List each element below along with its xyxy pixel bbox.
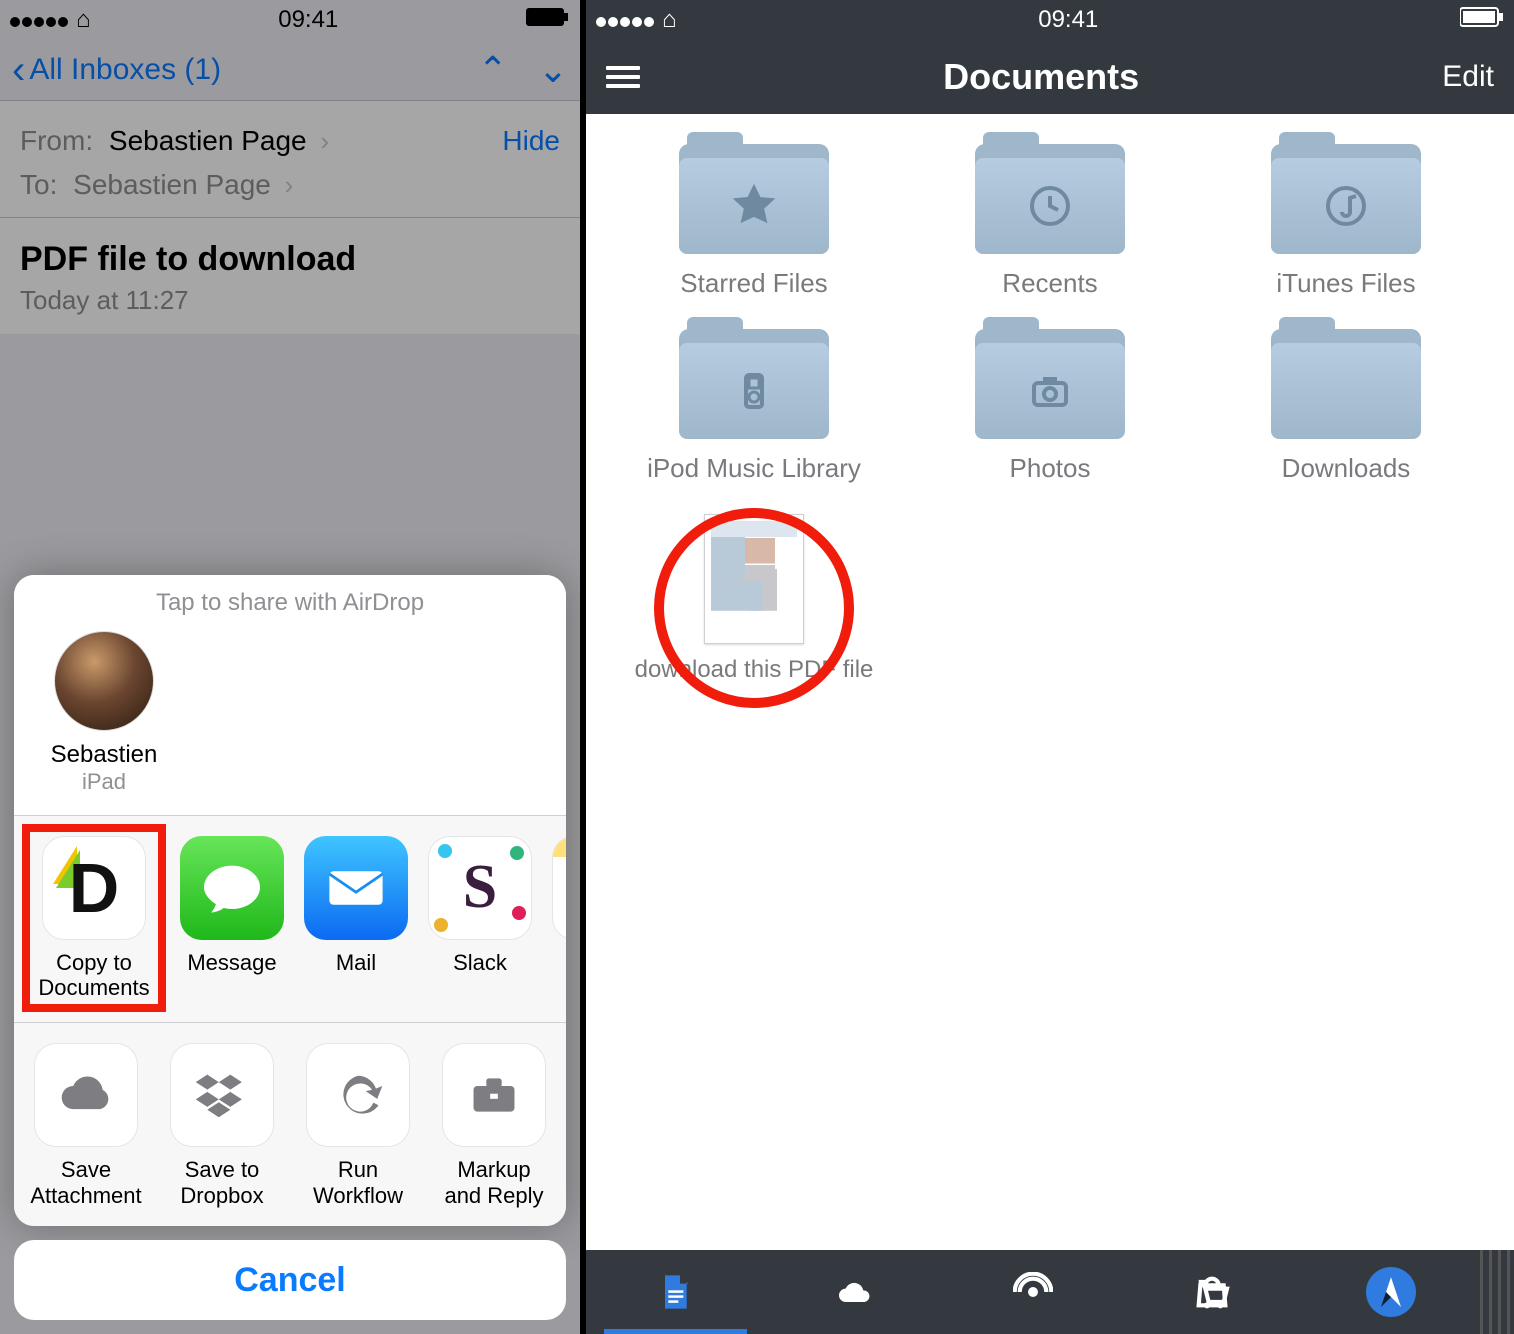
folder-downloads[interactable]: Downloads xyxy=(1221,329,1471,484)
bottom-tabbar xyxy=(586,1250,1514,1334)
page-title: Documents xyxy=(943,56,1139,98)
slack-app-icon: S xyxy=(428,836,532,940)
phone-mail: ⌂ 09:41 ‹ All Inboxes (1) ⌃ ⌄ From: Seba… xyxy=(0,0,586,1334)
share-app-slack[interactable]: S Slack xyxy=(428,836,532,1005)
refresh-icon xyxy=(306,1043,410,1147)
folder-icon xyxy=(975,144,1125,254)
folder-icon xyxy=(1271,329,1421,439)
documents-navbar: Documents Edit xyxy=(586,40,1514,114)
status-bar: ⌂ 09:41 xyxy=(586,0,1514,40)
action-save-attachment[interactable]: Save Attachment xyxy=(28,1043,144,1208)
cloud-icon xyxy=(34,1043,138,1147)
share-sheet: Tap to share with AirDrop Sebastien iPad… xyxy=(14,575,566,1320)
tab-network[interactable] xyxy=(944,1250,1123,1334)
file-download-pdf[interactable]: download this PDF file xyxy=(635,514,874,685)
signal-dots-icon: ⌂ xyxy=(596,6,677,34)
action-save-to-dropbox[interactable]: Save to Dropbox xyxy=(164,1043,280,1208)
folder-icon xyxy=(975,329,1125,439)
share-app-copy-to-documents[interactable]: D Copy to Documents xyxy=(32,836,156,1001)
mail-app-icon xyxy=(304,836,408,940)
airdrop-contact[interactable]: Sebastien iPad xyxy=(24,631,184,795)
airdrop-section: Tap to share with AirDrop Sebastien iPad xyxy=(14,575,566,815)
briefcase-icon xyxy=(442,1043,546,1147)
folder-photos[interactable]: Photos xyxy=(925,329,1175,484)
pdf-thumbnail-icon xyxy=(704,514,804,644)
tab-cloud[interactable] xyxy=(765,1250,944,1334)
tab-store[interactable] xyxy=(1122,1250,1301,1334)
battery-icon xyxy=(1460,6,1504,34)
tab-browser[interactable] xyxy=(1301,1250,1480,1334)
airdrop-title: Tap to share with AirDrop xyxy=(14,589,566,617)
compass-icon xyxy=(1366,1267,1416,1317)
folder-icon xyxy=(1271,144,1421,254)
dropbox-icon xyxy=(170,1043,274,1147)
avatar xyxy=(54,631,154,731)
airdrop-contact-name: Sebastien xyxy=(51,741,158,769)
folder-icon xyxy=(679,329,829,439)
folder-ipod-music[interactable]: iPod Music Library xyxy=(629,329,879,484)
phone-documents: ⌂ 09:41 Documents Edit Starred Files Rec… xyxy=(586,0,1514,1334)
menu-button[interactable] xyxy=(606,61,640,93)
status-time: 09:41 xyxy=(1038,6,1098,34)
share-actions-row: Save Attachment Save to Dropbox Run Work… xyxy=(14,1023,566,1226)
action-markup-and-reply[interactable]: Markup and Reply xyxy=(436,1043,552,1208)
documents-app-icon: D xyxy=(42,836,146,940)
share-apps-row: D Copy to Documents Message Mail xyxy=(14,815,566,1024)
folder-recents[interactable]: Recents xyxy=(925,144,1175,299)
share-app-mail[interactable]: Mail xyxy=(304,836,408,1005)
tabbar-edge xyxy=(1480,1250,1514,1334)
share-app-notes[interactable]: Notes xyxy=(552,836,566,1005)
tab-documents[interactable] xyxy=(586,1250,765,1334)
share-app-message[interactable]: Message xyxy=(180,836,284,1005)
folder-icon xyxy=(679,144,829,254)
message-app-icon xyxy=(180,836,284,940)
action-run-workflow[interactable]: Run Workflow xyxy=(300,1043,416,1208)
notes-app-icon xyxy=(552,836,566,940)
documents-grid: Starred Files Recents iTunes Files iPod … xyxy=(586,114,1514,1250)
folder-itunes-files[interactable]: iTunes Files xyxy=(1221,144,1471,299)
edit-button[interactable]: Edit xyxy=(1442,60,1494,94)
airdrop-contact-device: iPad xyxy=(82,769,126,795)
annotation-highlight: D Copy to Documents xyxy=(22,824,166,1013)
folder-starred-files[interactable]: Starred Files xyxy=(629,144,879,299)
cancel-button[interactable]: Cancel xyxy=(14,1240,566,1320)
